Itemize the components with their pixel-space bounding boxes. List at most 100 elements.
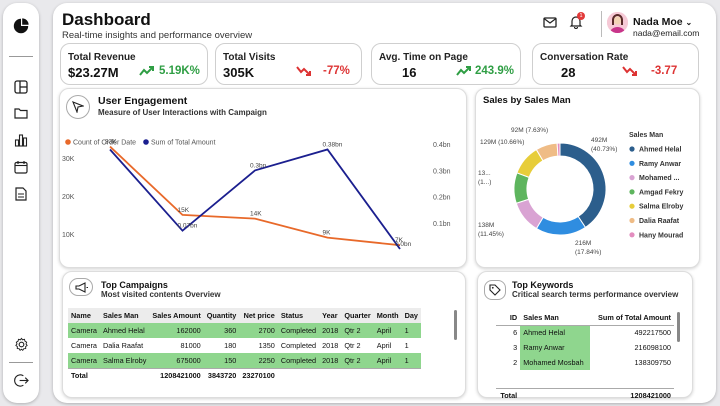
slice-pct-label: (1...) bbox=[478, 179, 491, 186]
logout-icon[interactable] bbox=[13, 372, 29, 388]
slice-pct-label: (17.84%) bbox=[575, 249, 601, 256]
total-cell bbox=[319, 367, 342, 380]
table-row[interactable]: 3 Ramy Anwar 216098100 bbox=[496, 340, 674, 355]
tag-icon bbox=[484, 280, 506, 300]
document-icon[interactable] bbox=[13, 186, 29, 202]
kpi-value: 16 bbox=[402, 65, 417, 80]
legend-item[interactable]: Ahmed Helal bbox=[639, 147, 681, 154]
sales-donut-chart: 492M (40.73%) 216M (17.84%) 138M (11.45%) 13..… bbox=[478, 127, 683, 256]
donut-slice[interactable] bbox=[556, 142, 561, 157]
legend-marker bbox=[629, 217, 635, 224]
kpi-card-total-visits: Total Visits 305K -77% bbox=[215, 43, 362, 85]
table-total-row: Total 1208421000 3843720 23270100 bbox=[68, 367, 421, 380]
notification-badge: 1 bbox=[577, 12, 585, 20]
sales-by-salesman-card: Sales by Sales Man 492M (40.73%) 216M (17.8… bbox=[475, 88, 700, 268]
legend-item[interactable]: Dalia Raafat bbox=[639, 218, 680, 225]
slice-label: 138M bbox=[478, 222, 494, 229]
column-header[interactable]: Sales Man bbox=[99, 308, 150, 323]
user-name[interactable]: Nada Moe ⌄ bbox=[633, 16, 692, 28]
column-header[interactable]: Net price bbox=[239, 308, 278, 323]
table-header-row: Name Sales Man Sales Amount Quantity Net pri… bbox=[68, 308, 421, 323]
column-header[interactable]: Month bbox=[373, 308, 402, 323]
kpi-label: Total Revenue bbox=[68, 52, 136, 63]
scrollbar[interactable] bbox=[454, 310, 457, 340]
donut-slice[interactable] bbox=[513, 172, 530, 204]
legend-label[interactable]: Sum of Total Amount bbox=[151, 140, 216, 147]
chevron-down-icon[interactable]: ⌄ bbox=[686, 18, 693, 27]
total-cell: 23270100 bbox=[239, 367, 278, 380]
table-row[interactable]: 6 Ahmed Helal 492217500 bbox=[496, 325, 674, 340]
total-cell bbox=[373, 367, 402, 380]
keywords-table-wrap[interactable]: ID Sales Man Sum of Total Amount 6 Ahmed He… bbox=[496, 310, 676, 403]
column-header[interactable]: Name bbox=[68, 308, 100, 323]
campaigns-table-wrap[interactable]: Name Sales Man Sales Amount Quantity Net pri… bbox=[68, 308, 453, 380]
calendar-icon[interactable] bbox=[13, 159, 29, 175]
column-header[interactable]: Sales Amount bbox=[149, 308, 204, 323]
header-divider bbox=[601, 11, 602, 37]
legend-item[interactable]: Salma Elroby bbox=[639, 204, 683, 211]
slice-label: 492M bbox=[591, 137, 607, 144]
legend-marker bbox=[65, 139, 71, 145]
donut-slice[interactable] bbox=[515, 198, 544, 230]
card-title: Top Campaigns bbox=[101, 280, 168, 290]
card-subtitle: Measure of User Interactions with Campai… bbox=[98, 108, 267, 117]
kpi-value: 305K bbox=[223, 65, 255, 80]
column-header[interactable]: Quantity bbox=[203, 308, 240, 323]
y-axis-tick-right: 0.1bn bbox=[433, 221, 451, 228]
table-cell: April bbox=[373, 323, 402, 338]
bar-chart-icon[interactable] bbox=[13, 132, 29, 148]
campaigns-table: Name Sales Man Sales Amount Quantity Net pri… bbox=[68, 308, 421, 380]
series-line[interactable] bbox=[109, 145, 401, 247]
logo-pie-icon[interactable] bbox=[13, 18, 29, 34]
user-engagement-card: User Engagement Measure of User Interact… bbox=[59, 88, 467, 268]
table-header-row: ID Sales Man Sum of Total Amount bbox=[496, 310, 674, 326]
scrollbar[interactable] bbox=[677, 312, 680, 342]
kpi-card-avg-time-on-page: Avg. Time on Page 16 243.9% bbox=[371, 43, 521, 85]
legend-item[interactable]: Mohamed ... bbox=[639, 175, 680, 182]
total-cell bbox=[341, 367, 374, 380]
slice-pct-label: (11.45%) bbox=[478, 231, 504, 238]
slice-label: 13... bbox=[478, 170, 491, 177]
table-cell: 81000 bbox=[149, 338, 204, 353]
donut-slice[interactable] bbox=[559, 142, 607, 229]
folder-icon[interactable] bbox=[13, 105, 29, 121]
table-cell: 2 bbox=[513, 358, 518, 367]
engagement-line-chart: Count of Order Date Sum of Total Amount 3… bbox=[62, 139, 451, 250]
column-header[interactable]: Year bbox=[319, 308, 342, 323]
table-cell: 1 bbox=[401, 338, 421, 353]
top-keywords-card: Top Keywords Critical search terms perfo… bbox=[477, 271, 693, 403]
y-axis-tick-left: 30K bbox=[62, 156, 75, 163]
table-cell: 2018 bbox=[319, 338, 342, 353]
y-axis-tick-left: 20K bbox=[62, 194, 75, 201]
column-header[interactable]: ID bbox=[496, 310, 521, 326]
layout-icon[interactable] bbox=[13, 79, 29, 95]
kpi-change: 243.9% bbox=[475, 65, 515, 77]
settings-gear-icon[interactable] bbox=[13, 336, 29, 352]
legend-item[interactable]: Amgad Fekry bbox=[639, 189, 683, 196]
avatar[interactable] bbox=[607, 12, 628, 33]
legend-item[interactable]: Hany Mourad bbox=[639, 232, 683, 239]
table-row[interactable]: Camera Dalia Raafat 81000 180 1350 Completed 2… bbox=[68, 338, 421, 353]
total-cell: 1208421000 bbox=[590, 387, 674, 403]
card-subtitle: Most visited contents Overview bbox=[101, 290, 221, 299]
data-label: 0.38bn bbox=[323, 141, 343, 148]
legend-marker bbox=[629, 160, 635, 166]
mail-icon[interactable] bbox=[543, 15, 557, 29]
column-header[interactable]: Quarter bbox=[341, 308, 374, 323]
table-row[interactable]: Camera Salma Elroby 675000 150 2250 Completed… bbox=[68, 353, 421, 368]
trend-down-icon bbox=[296, 66, 311, 76]
total-cell bbox=[277, 367, 320, 380]
table-row[interactable]: 2 Mohamed Mosbah 138309750 bbox=[496, 355, 674, 370]
column-header[interactable]: Sales Man bbox=[520, 310, 591, 326]
column-header[interactable]: Day bbox=[401, 308, 421, 323]
donut-slice[interactable] bbox=[535, 215, 587, 236]
table-row[interactable]: Camera Ahmed Helal 162000 360 2700 Completed 2… bbox=[68, 323, 421, 338]
kpi-value: $23.27M bbox=[68, 65, 119, 80]
column-header[interactable]: Status bbox=[277, 308, 320, 323]
column-header[interactable]: Sum of Total Amount bbox=[590, 310, 674, 326]
table-cell: 1 bbox=[401, 323, 421, 338]
legend-item[interactable]: Ramy Anwar bbox=[639, 161, 681, 168]
trend-up-icon bbox=[139, 66, 154, 76]
notification-bell-icon[interactable]: 1 bbox=[569, 12, 585, 29]
data-label: 0.07bn bbox=[178, 223, 198, 230]
